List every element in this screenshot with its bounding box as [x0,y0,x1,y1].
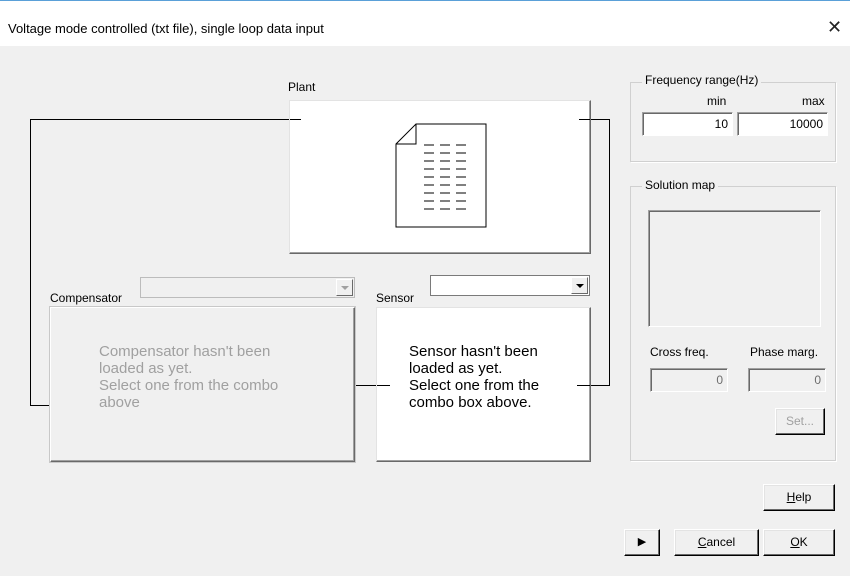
cross-freq-field: 0 [650,368,728,392]
compensator-dropdown-button[interactable] [336,279,353,296]
frequency-range-title: Frequency range(Hz) [642,73,762,87]
sensor-label: Sensor [376,291,415,305]
plant-label: Plant [288,80,316,94]
ok-button[interactable]: OK [763,529,835,556]
help-button[interactable]: Help [763,484,835,511]
compensator-panel[interactable]: Compensator hasn't been loaded as yet. S… [50,307,355,462]
compensator-label: Compensator [50,291,123,305]
window-title: Voltage mode controlled (txt file), sing… [8,21,324,36]
frequency-max-field[interactable]: 10000 [737,112,828,136]
compensator-combo[interactable] [140,277,355,298]
cross-freq-label: Cross freq. [650,345,709,359]
chevron-down-icon [341,286,349,290]
title-bar: Voltage mode controlled (txt file), sing… [0,0,850,46]
solution-map-canvas [648,210,821,327]
play-button[interactable]: ▶ [624,529,660,556]
sensor-message: Sensor hasn't been loaded as yet. Select… [409,343,540,411]
plant-panel[interactable] [289,100,591,254]
play-icon: ▶ [637,536,647,548]
max-label: max [802,94,825,108]
phase-marg-field: 0 [748,368,826,392]
sensor-combo[interactable] [430,275,590,296]
sensor-panel[interactable]: Sensor hasn't been loaded as yet. Select… [376,307,591,462]
set-button[interactable]: Set... [775,408,825,435]
frequency-min-field[interactable]: 10 [642,112,733,136]
cancel-button[interactable]: Cancel [674,529,759,556]
phase-marg-label: Phase marg. [750,345,819,359]
close-icon[interactable]: ✕ [827,18,842,36]
sensor-dropdown-button[interactable] [571,277,588,294]
text-document-icon [395,123,487,228]
min-label: min [707,94,727,108]
chevron-down-icon [576,284,584,288]
solution-map-title: Solution map [642,178,719,192]
compensator-message: Compensator hasn't been loaded as yet. S… [99,343,279,411]
